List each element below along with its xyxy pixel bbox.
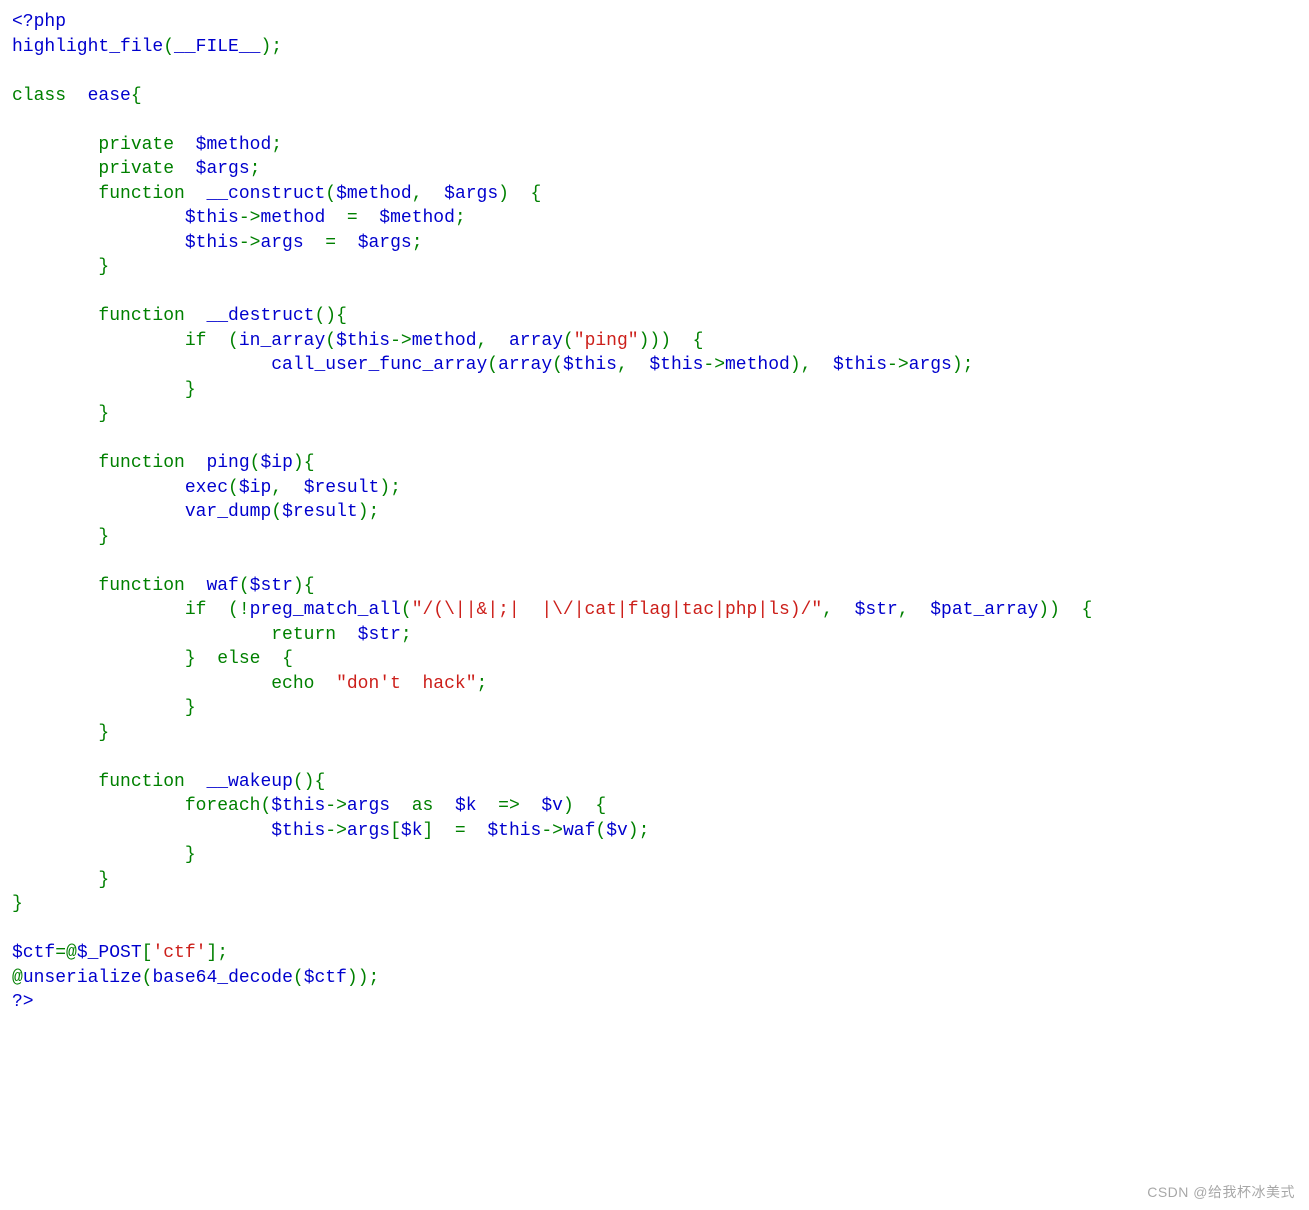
php-open-tag: <?php	[12, 12, 66, 32]
kw-class: class	[12, 86, 66, 106]
class-name: ease	[88, 86, 131, 106]
fn-highlight-file: highlight_file	[12, 37, 163, 57]
fn-ping: ping	[206, 453, 249, 473]
fn-destruct: __destruct	[206, 306, 314, 326]
php-close-tag: ?>	[12, 992, 34, 1012]
fn-waf: waf	[206, 576, 238, 596]
fn-wakeup: __wakeup	[206, 772, 292, 792]
php-source: <?php highlight_file(__FILE__); class ea…	[0, 0, 1309, 1025]
fn-construct: __construct	[206, 184, 325, 204]
watermark: CSDN @给我杯冰美式	[1147, 1182, 1295, 1202]
